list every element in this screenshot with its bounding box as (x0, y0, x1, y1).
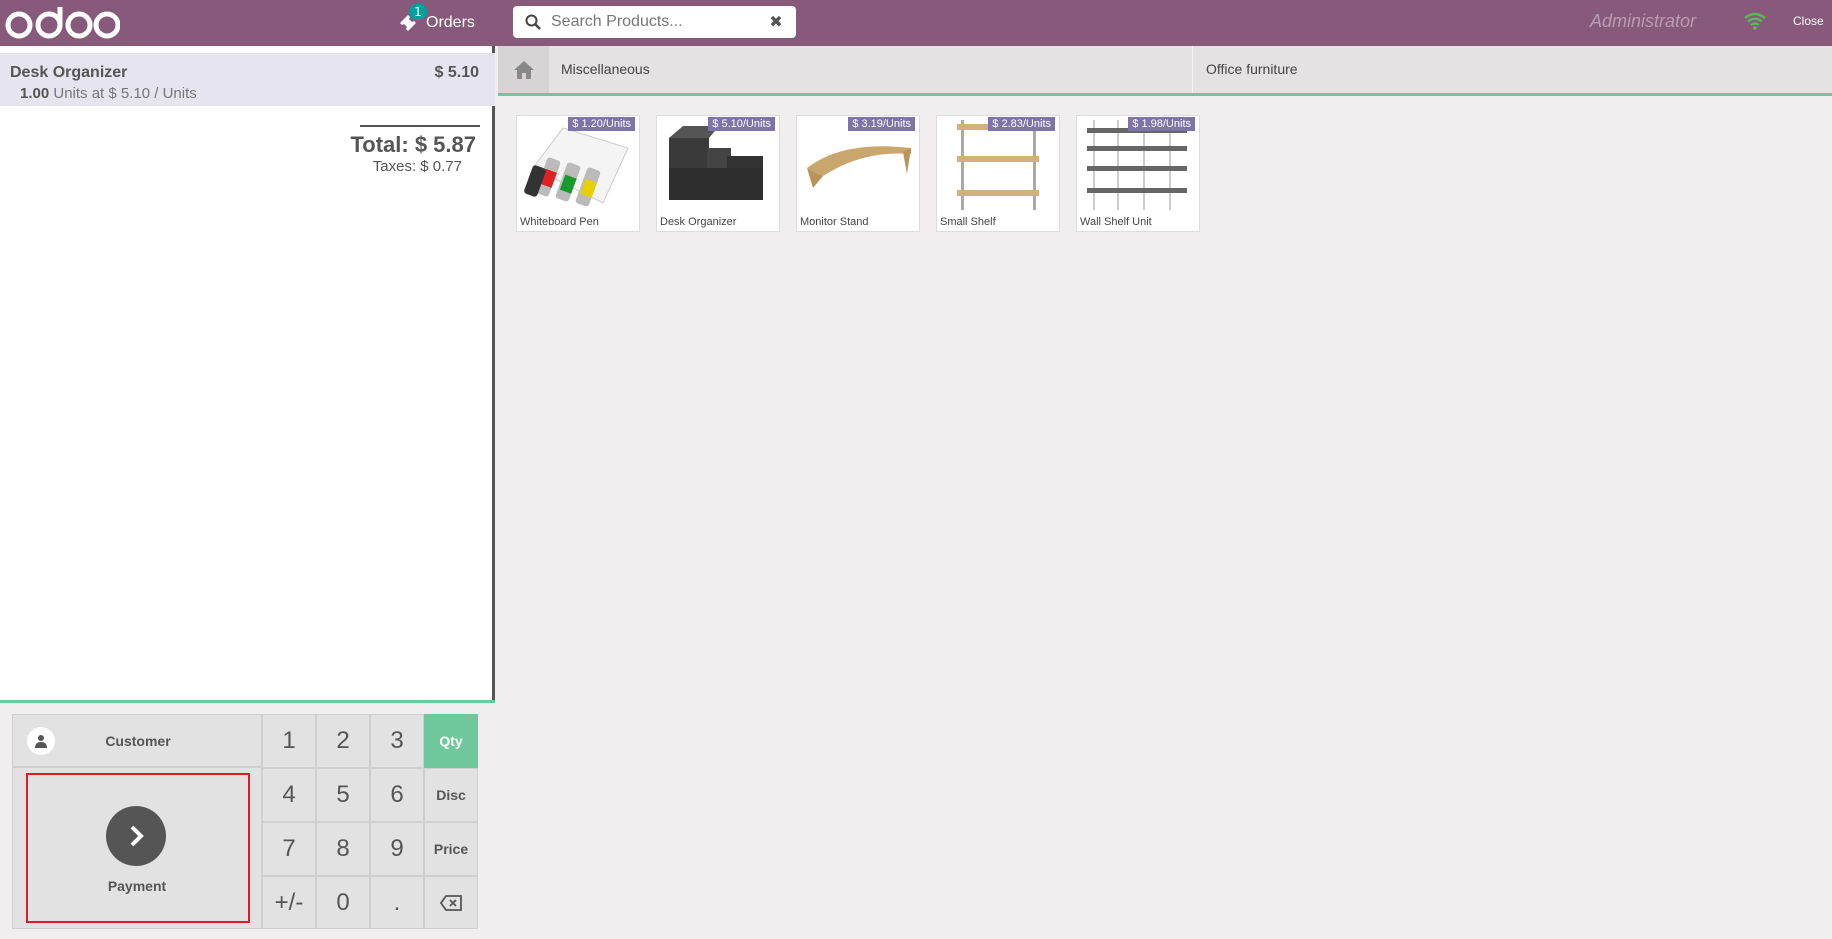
product-card[interactable]: $ 5.10/Units Desk Organizer (656, 115, 780, 232)
product-name: Small Shelf (940, 216, 996, 228)
product-name: Wall Shelf Unit (1080, 216, 1152, 228)
order-line-price: $ 5.10 (434, 64, 479, 81)
key-5[interactable]: 5 (316, 768, 370, 822)
wifi-icon (1744, 12, 1766, 30)
product-name: Monitor Stand (800, 216, 869, 228)
key-6[interactable]: 6 (370, 768, 424, 822)
search-box: ✖ (513, 6, 796, 38)
key-8[interactable]: 8 (316, 822, 370, 876)
orders-button[interactable]: 1 Orders (398, 4, 475, 36)
order-line-qty: 1.00 (20, 85, 50, 102)
order-line-name: Desk Organizer (10, 64, 128, 81)
home-category-button[interactable] (498, 46, 549, 93)
key-9[interactable]: 9 (370, 822, 424, 876)
key-plus-minus[interactable]: +/- (262, 876, 316, 929)
customer-button[interactable]: Customer (12, 714, 262, 767)
chevron-right-icon (106, 806, 166, 866)
key-0[interactable]: 0 (316, 876, 370, 929)
product-price-tag: $ 2.83/Units (988, 117, 1055, 131)
orders-label: Orders (426, 14, 475, 31)
wall-shelf-unit-image (1087, 120, 1187, 210)
backspace-icon (440, 894, 462, 911)
order-pane: Desk Organizer $ 5.10 1.00 Units at $ 5.… (0, 46, 495, 939)
order-line-detail: 1.00 Units at $ 5.10 / Units (20, 85, 197, 102)
product-price-tag: $ 1.20/Units (568, 117, 635, 131)
product-card[interactable]: $ 2.83/Units Small Shelf (936, 115, 1060, 232)
mode-qty-button[interactable]: Qty (424, 714, 478, 768)
control-pad: Customer Payment 1 2 3 Qty 4 5 6 Disc 7 … (0, 703, 495, 939)
product-price-tag: $ 1.98/Units (1128, 117, 1195, 131)
monitor-stand-image (807, 146, 911, 188)
small-shelf-image (957, 120, 1039, 210)
key-1[interactable]: 1 (262, 714, 316, 768)
key-3[interactable]: 3 (370, 714, 424, 768)
product-name: Desk Organizer (660, 216, 737, 228)
category-bar: Miscellaneous Office furniture (498, 46, 1832, 96)
product-card[interactable]: $ 1.98/Units Wall Shelf Unit (1076, 115, 1200, 232)
close-button[interactable]: Close (1793, 14, 1824, 28)
product-card[interactable]: $ 1.20/Units Whiteboard Pen (516, 115, 640, 232)
mode-price-button[interactable]: Price (424, 822, 478, 876)
search-icon (525, 14, 541, 30)
key-2[interactable]: 2 (316, 714, 370, 768)
mode-disc-button[interactable]: Disc (424, 768, 478, 822)
product-price-tag: $ 5.10/Units (708, 117, 775, 131)
customer-label: Customer (105, 732, 171, 749)
whiteboard-pen-image (524, 127, 629, 207)
clear-search-icon[interactable]: ✖ (768, 14, 784, 30)
order-total: Total: $ 5.87 (350, 132, 476, 157)
order-taxes: Taxes: $ 0.77 (372, 158, 462, 175)
order-line-unit-info: Units at $ 5.10 / Units (53, 85, 197, 102)
summary-divider (360, 125, 480, 127)
user-icon (27, 726, 55, 755)
home-icon (513, 60, 534, 79)
key-7[interactable]: 7 (262, 822, 316, 876)
user-name: Administrator (1590, 11, 1697, 31)
numpad: 1 2 3 Qty 4 5 6 Disc 7 8 9 Price +/- 0 . (262, 714, 478, 929)
search-input[interactable] (551, 7, 768, 37)
backspace-button[interactable] (424, 876, 478, 929)
top-bar: 1 Orders ✖ Administrator Close (0, 0, 1832, 46)
product-name: Whiteboard Pen (520, 216, 599, 228)
order-line[interactable]: Desk Organizer $ 5.10 1.00 Units at $ 5.… (0, 53, 495, 106)
payment-button[interactable]: Payment (12, 767, 262, 929)
category-office-furniture[interactable]: Office furniture (1194, 46, 1832, 93)
odoo-logo (5, 7, 120, 39)
key-decimal[interactable]: . (370, 876, 424, 929)
product-card[interactable]: $ 3.19/Units Monitor Stand (796, 115, 920, 232)
desk-organizer-image (669, 126, 763, 200)
key-4[interactable]: 4 (262, 768, 316, 822)
product-price-tag: $ 3.19/Units (848, 117, 915, 131)
payment-label: Payment (107, 878, 167, 894)
category-miscellaneous[interactable]: Miscellaneous (549, 46, 1193, 93)
ticket-icon: 1 (398, 4, 427, 33)
orders-count-badge: 1 (409, 4, 427, 20)
